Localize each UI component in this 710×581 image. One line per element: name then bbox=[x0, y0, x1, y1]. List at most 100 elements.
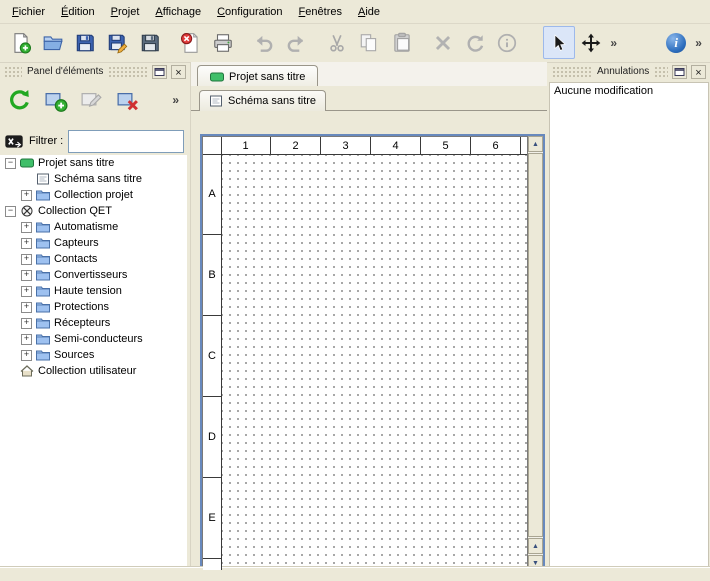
tree-item-label: Récepteurs bbox=[54, 317, 110, 329]
tree-item-collection-qet[interactable]: Collection QET bbox=[0, 203, 187, 219]
save-all-button[interactable] bbox=[134, 26, 166, 59]
cut-button[interactable] bbox=[321, 26, 353, 59]
tree-item-collection-projet[interactable]: Collection projet bbox=[0, 187, 187, 203]
schema-tab-label: Schéma sans titre bbox=[228, 95, 316, 107]
delete-element-icon bbox=[115, 88, 140, 113]
tree-item-collection-utilisateur[interactable]: Collection utilisateur bbox=[0, 363, 187, 379]
float-undo-panel-button[interactable] bbox=[672, 65, 687, 79]
collapse-icon[interactable] bbox=[5, 158, 16, 169]
tree-item-semi-conducteurs[interactable]: Semi-conducteurs bbox=[0, 331, 187, 347]
row-label: E bbox=[203, 478, 221, 559]
dock-handle-texture[interactable] bbox=[552, 66, 592, 77]
scroll-up-button-2[interactable] bbox=[528, 538, 543, 554]
dock-handle-texture[interactable] bbox=[108, 66, 148, 77]
paste-icon bbox=[391, 32, 413, 54]
menu-fenetres[interactable]: Fenêtres bbox=[291, 2, 350, 22]
select-tool-button[interactable] bbox=[543, 26, 575, 59]
schema-tab[interactable]: Schéma sans titre bbox=[199, 90, 326, 111]
menu-edition[interactable]: Édition bbox=[53, 2, 103, 22]
project-tab-bar: Projet sans titre bbox=[191, 62, 547, 87]
about-qet-button[interactable] bbox=[660, 26, 692, 59]
delete-element-button[interactable] bbox=[112, 85, 142, 115]
undo-panel-title: Annulations bbox=[595, 66, 651, 77]
tree-item-contacts[interactable]: Contacts bbox=[0, 251, 187, 267]
new-element-button[interactable] bbox=[40, 85, 70, 115]
filter-input[interactable] bbox=[68, 130, 184, 153]
menu-configuration[interactable]: Configuration bbox=[209, 2, 290, 22]
folder-icon bbox=[36, 349, 50, 361]
copy-button[interactable] bbox=[353, 26, 385, 59]
tree-item-label: Contacts bbox=[54, 253, 97, 265]
menu-aide[interactable]: Aide bbox=[350, 2, 388, 22]
project-tab[interactable]: Projet sans titre bbox=[197, 65, 318, 87]
ruler-corner bbox=[203, 137, 222, 155]
expand-icon[interactable] bbox=[21, 286, 32, 297]
tree-item-schema-sans-titre[interactable]: Schéma sans titre bbox=[0, 171, 187, 187]
open-document-button[interactable] bbox=[37, 26, 69, 59]
expand-icon[interactable] bbox=[21, 254, 32, 265]
application-window: Fichier Édition Projet Affichage Configu… bbox=[0, 0, 710, 581]
undo-panel-titlebar[interactable]: Annulations bbox=[550, 64, 708, 79]
folder-icon bbox=[36, 269, 50, 281]
elements-tree: Projet sans titre Schéma sans titre Coll… bbox=[0, 155, 187, 568]
print-button[interactable] bbox=[207, 26, 239, 59]
rotate-button[interactable] bbox=[459, 26, 491, 59]
expand-icon[interactable] bbox=[21, 222, 32, 233]
clear-filter-button[interactable] bbox=[3, 133, 24, 150]
close-icon bbox=[175, 64, 181, 79]
clear-filter-icon bbox=[4, 133, 24, 150]
scroll-up-button[interactable] bbox=[528, 136, 543, 152]
tree-item-sources[interactable]: Sources bbox=[0, 347, 187, 363]
tree-item-automatisme[interactable]: Automatisme bbox=[0, 219, 187, 235]
edit-element-button[interactable] bbox=[76, 85, 106, 115]
float-panel-button[interactable] bbox=[152, 65, 167, 79]
menu-affichage[interactable]: Affichage bbox=[147, 2, 209, 22]
tree-item-capteurs[interactable]: Capteurs bbox=[0, 235, 187, 251]
schema-grid-canvas[interactable] bbox=[222, 155, 527, 570]
collapse-icon[interactable] bbox=[5, 206, 16, 217]
panel-toolbar-extension-button[interactable]: » bbox=[169, 93, 182, 107]
elements-panel-titlebar[interactable]: Panel d'éléments bbox=[2, 64, 188, 79]
dock-handle-texture[interactable] bbox=[4, 66, 22, 77]
dock-handle-texture[interactable] bbox=[654, 66, 668, 77]
vertical-scrollbar[interactable] bbox=[528, 136, 543, 571]
tree-item-haute-tension[interactable]: Haute tension bbox=[0, 283, 187, 299]
redo-icon bbox=[285, 32, 307, 54]
tree-item-convertisseurs[interactable]: Convertisseurs bbox=[0, 267, 187, 283]
move-tool-button[interactable] bbox=[575, 26, 607, 59]
vertical-scroll-thumb[interactable] bbox=[528, 153, 543, 537]
paste-button[interactable] bbox=[386, 26, 418, 59]
save-button[interactable] bbox=[69, 26, 101, 59]
tree-item-recepteurs[interactable]: Récepteurs bbox=[0, 315, 187, 331]
expand-icon[interactable] bbox=[21, 334, 32, 345]
delete-button[interactable] bbox=[427, 26, 459, 59]
menu-fichier[interactable]: Fichier bbox=[4, 2, 53, 22]
toolbar-extension-button[interactable]: » bbox=[607, 36, 620, 50]
undo-button[interactable] bbox=[248, 26, 280, 59]
about-info-icon bbox=[666, 33, 686, 53]
object-info-button[interactable] bbox=[491, 26, 523, 59]
close-panel-button[interactable] bbox=[171, 65, 186, 79]
edit-element-icon bbox=[79, 88, 104, 113]
toolbar-extension-button-2[interactable]: » bbox=[692, 36, 705, 50]
menu-projet[interactable]: Projet bbox=[103, 2, 148, 22]
redo-button[interactable] bbox=[280, 26, 312, 59]
expand-icon[interactable] bbox=[21, 270, 32, 281]
folder-icon bbox=[36, 253, 50, 265]
save-as-button[interactable] bbox=[101, 26, 133, 59]
expand-icon[interactable] bbox=[21, 190, 32, 201]
tree-item-projet-sans-titre[interactable]: Projet sans titre bbox=[0, 155, 187, 171]
schema-view[interactable]: 1 2 3 4 5 6 A B C D E bbox=[200, 134, 545, 581]
undo-history-list[interactable]: Aucune modification bbox=[549, 82, 709, 568]
new-document-button[interactable] bbox=[5, 26, 37, 59]
delete-icon bbox=[432, 32, 454, 54]
close-undo-panel-button[interactable] bbox=[691, 65, 706, 79]
expand-icon[interactable] bbox=[21, 238, 32, 249]
expand-icon[interactable] bbox=[21, 302, 32, 313]
tree-item-protections[interactable]: Protections bbox=[0, 299, 187, 315]
close-document-button[interactable] bbox=[175, 26, 207, 59]
expand-icon[interactable] bbox=[21, 350, 32, 361]
elements-panel-title: Panel d'éléments bbox=[25, 66, 105, 77]
reload-collections-button[interactable] bbox=[4, 85, 34, 115]
expand-icon[interactable] bbox=[21, 318, 32, 329]
